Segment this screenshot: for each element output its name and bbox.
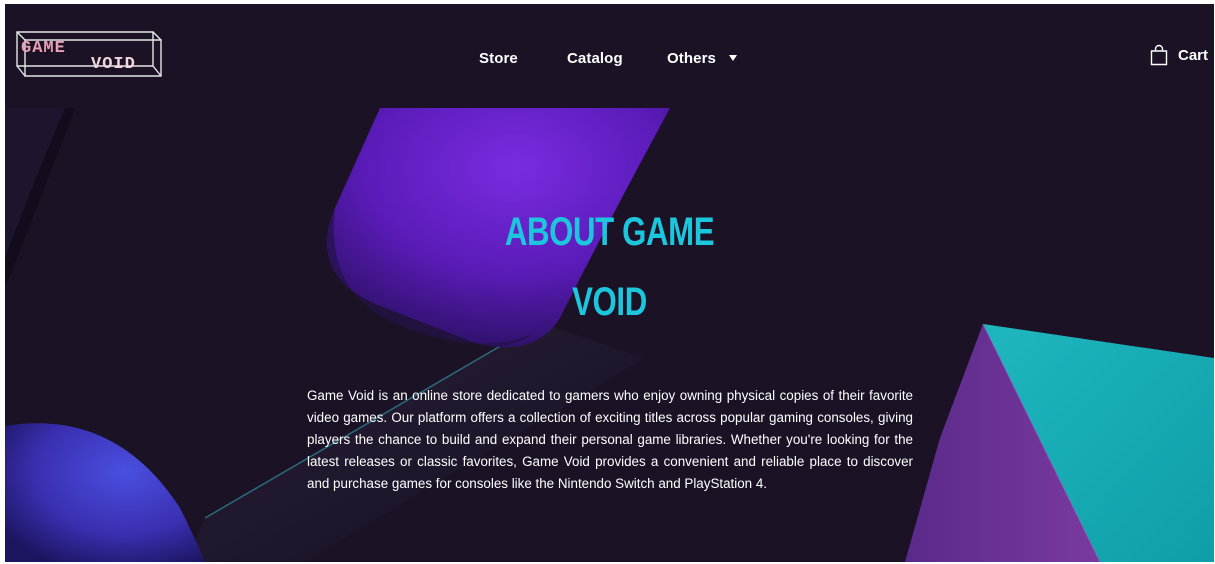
page-frame: GAME VOID Store Catalog Others Cart ABOU… (5, 4, 1214, 562)
site-header: GAME VOID Store Catalog Others Cart (5, 4, 1214, 108)
nav-item-others-label: Others (667, 50, 716, 67)
main-nav: Store Catalog Others (5, 50, 1214, 70)
shopping-bag-icon (1150, 44, 1168, 66)
cart-label: Cart (1177, 46, 1208, 64)
about-description: Game Void is an online store dedicated t… (307, 388, 913, 492)
nav-item-catalog[interactable]: Catalog (567, 50, 623, 67)
cart-button[interactable]: Cart (1150, 44, 1208, 66)
about-title-line-1: ABOUT GAME (504, 210, 715, 254)
caret-down-icon (728, 55, 737, 61)
about-title-line-2: VOID (572, 280, 647, 324)
nav-item-store[interactable]: Store (479, 50, 518, 67)
nav-item-others[interactable]: Others (667, 50, 737, 67)
about-hero: ABOUT GAME VOID Game Void is an online s… (5, 108, 1214, 562)
